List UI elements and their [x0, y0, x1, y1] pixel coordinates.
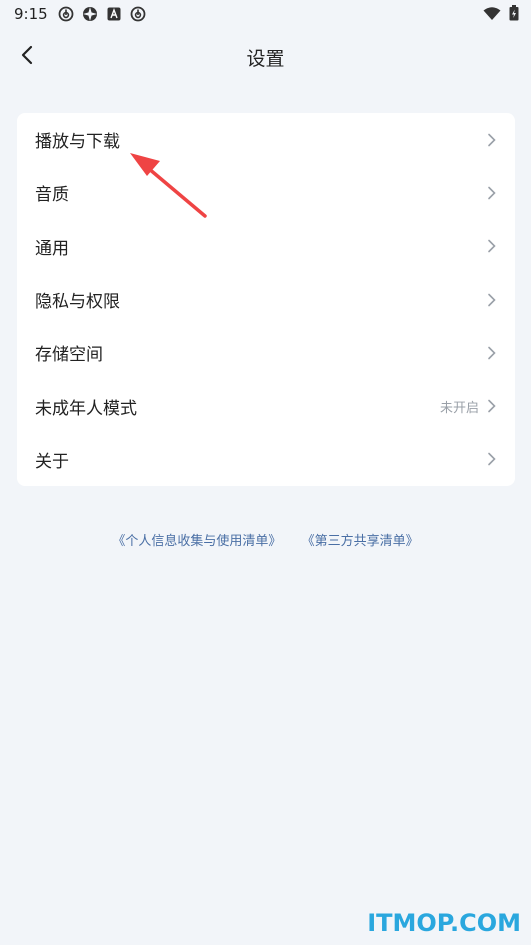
third-party-sharing-link[interactable]: 《第三方共享清单》: [302, 534, 419, 549]
netease-music-icon: [130, 6, 146, 22]
settings-item-audio-quality[interactable]: 音质: [17, 166, 515, 219]
netease-music-icon: [58, 6, 74, 22]
chevron-right-icon: [485, 293, 497, 307]
wifi-icon: [483, 6, 501, 25]
settings-item-minor-mode[interactable]: 未成年人模式 未开启: [17, 379, 515, 432]
text-app-icon: [106, 6, 122, 22]
chevron-right-icon: [485, 452, 497, 466]
battery-icon: [509, 5, 519, 25]
settings-item-label: 音质: [35, 185, 69, 206]
chevron-right-icon: [485, 346, 497, 360]
app-header: 设置: [0, 36, 531, 80]
settings-list: 播放与下载 音质 通用 隐私与权限 存储空间 未成年人模式 未开启 关于: [17, 113, 515, 486]
chevron-right-icon: [485, 399, 497, 413]
settings-item-label: 存储空间: [35, 345, 103, 366]
settings-item-label: 隐私与权限: [35, 292, 120, 313]
minor-mode-status: 未开启: [439, 400, 479, 416]
personal-info-list-link[interactable]: 《个人信息收集与使用清单》: [112, 534, 281, 549]
footer-links: 《个人信息收集与使用清单》 《第三方共享清单》: [0, 530, 531, 549]
watermark: ITMOP.COM: [367, 909, 521, 937]
settings-item-playback-download[interactable]: 播放与下载: [17, 113, 515, 166]
settings-item-general[interactable]: 通用: [17, 220, 515, 273]
settings-item-label: 关于: [35, 451, 69, 472]
status-time: 9:15: [14, 5, 48, 23]
settings-item-privacy-permissions[interactable]: 隐私与权限: [17, 273, 515, 326]
chevron-right-icon: [485, 133, 497, 147]
aperture-icon: [82, 6, 98, 22]
status-right-icons: [483, 5, 519, 25]
settings-item-label: 播放与下载: [35, 132, 120, 153]
status-bar: 9:15: [0, 0, 531, 30]
settings-item-label: 未成年人模式: [35, 398, 137, 419]
chevron-right-icon: [485, 239, 497, 253]
chevron-right-icon: [485, 186, 497, 200]
page-title: 设置: [246, 48, 285, 70]
settings-item-label: 通用: [35, 238, 69, 259]
settings-item-storage[interactable]: 存储空间: [17, 326, 515, 379]
settings-item-about[interactable]: 关于: [17, 433, 515, 486]
status-left-icons: [58, 6, 146, 22]
